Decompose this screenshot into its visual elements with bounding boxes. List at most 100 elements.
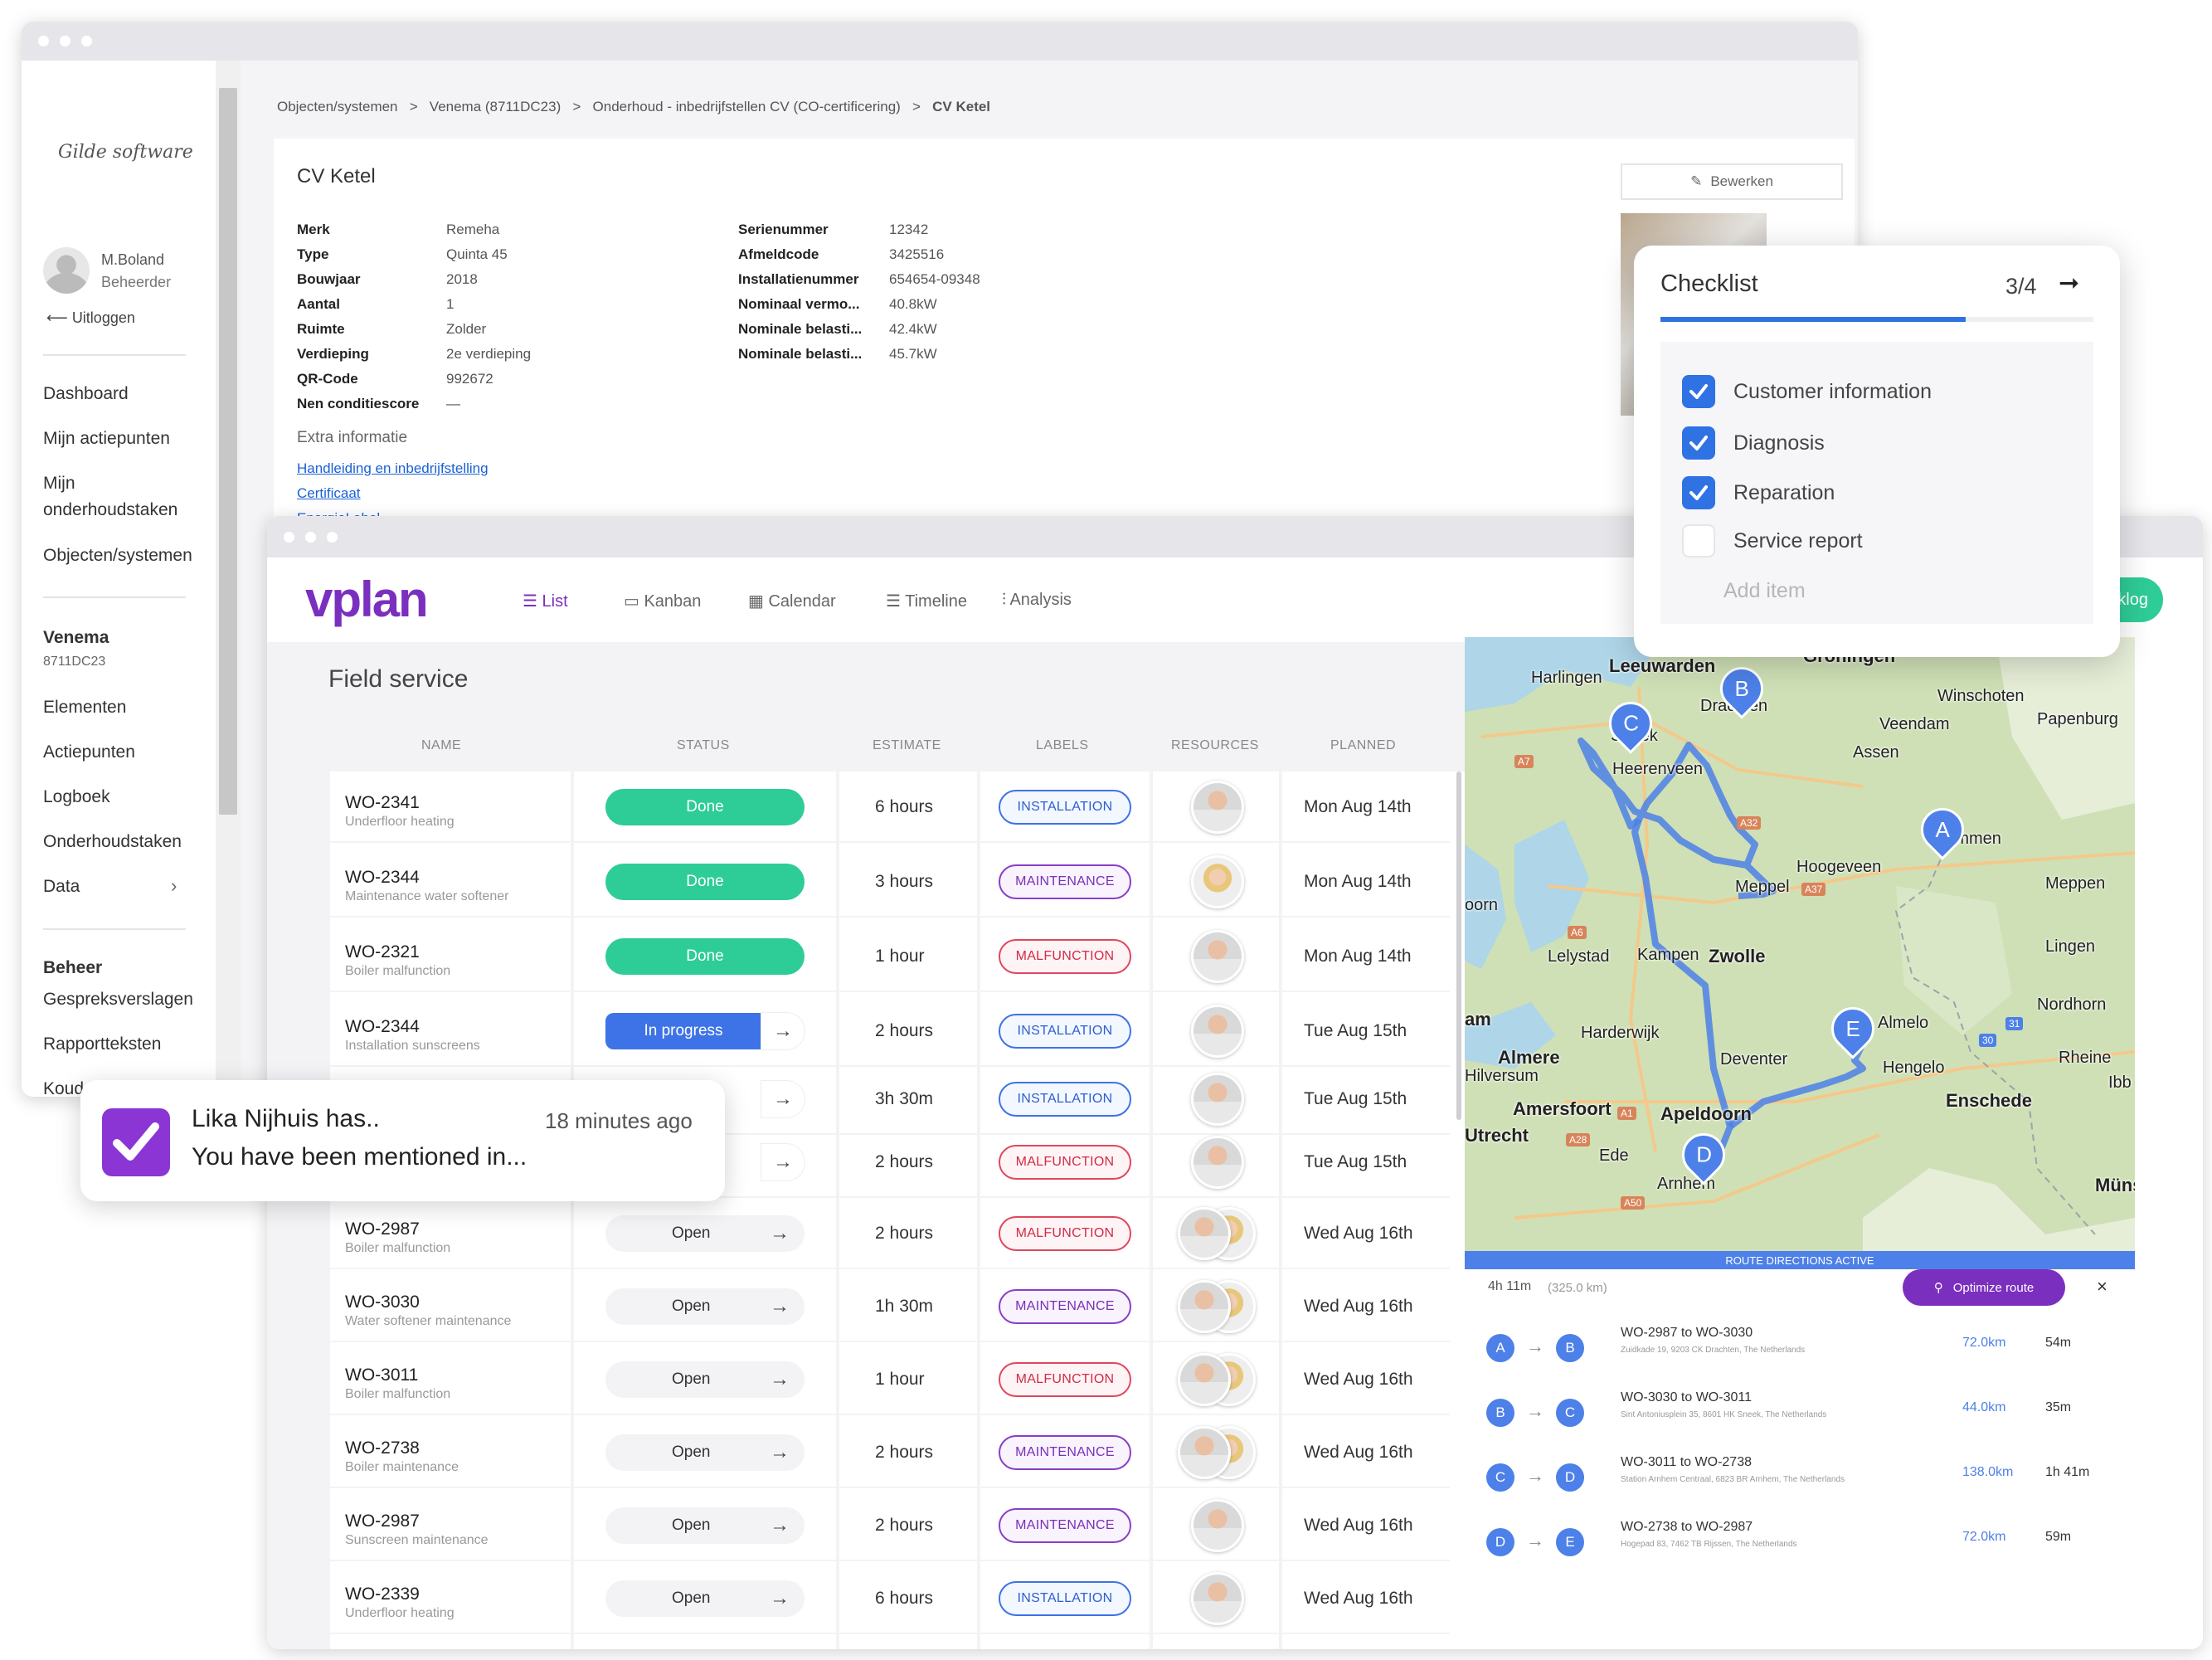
label-badge[interactable]: INSTALLATION	[999, 790, 1131, 825]
work-order-id[interactable]: WO-2738	[345, 1439, 420, 1458]
vplan-logo: vplan	[305, 572, 429, 627]
work-order-id[interactable]: WO-2339	[345, 1585, 420, 1604]
add-item-input[interactable]: Add item	[1723, 579, 1806, 603]
map-city-label: Deventer	[1720, 1050, 1788, 1069]
estimate: 3 hours	[875, 872, 934, 891]
work-order-id[interactable]: WO-3011	[345, 1365, 418, 1385]
route-leg-title[interactable]: WO-2987 to WO-3030	[1621, 1326, 1753, 1341]
nav-onderhoudstaken-2[interactable]: Onderhoudstaken	[43, 832, 182, 852]
nav-actiepunten-2[interactable]: Actiepunten	[43, 742, 135, 762]
logout-link[interactable]: ⟵ Uitloggen	[46, 309, 135, 327]
work-order-id[interactable]: WO-2341	[345, 793, 420, 813]
checklist-item[interactable]: Reparation	[1682, 476, 1835, 509]
optimize-route-button[interactable]: ⚲ Optimize route	[1903, 1269, 2065, 1306]
breadcrumb-item[interactable]: Objecten/systemen	[277, 99, 398, 114]
nav-dashboard[interactable]: Dashboard	[43, 384, 129, 404]
status-badge[interactable]: Done	[605, 864, 805, 900]
avatar[interactable]	[1191, 1005, 1244, 1058]
status-badge[interactable]: In progress	[605, 1013, 761, 1049]
work-order-id[interactable]: WO-2321	[345, 942, 420, 962]
route-leg-distance: 72.0km	[1962, 1530, 2006, 1544]
checklist-item[interactable]: Diagnosis	[1682, 426, 1825, 460]
breadcrumb-item[interactable]: Onderhoud - inbedrijfstellen CV (CO-cert…	[593, 99, 901, 114]
route-leg-title[interactable]: WO-2738 to WO-2987	[1621, 1520, 1753, 1535]
label-badge[interactable]: INSTALLATION	[999, 1082, 1131, 1117]
avatar[interactable]	[1178, 1426, 1231, 1479]
arrow-right-icon[interactable]: →	[761, 1144, 805, 1180]
checklist-item[interactable]: Service report	[1682, 524, 1863, 557]
tab-timeline[interactable]: ☰ Timeline	[886, 591, 967, 611]
checkbox-checked-icon[interactable]	[1682, 426, 1715, 460]
status-badge[interactable]: Open →	[605, 1361, 805, 1398]
status-badge[interactable]: Open →	[605, 1434, 805, 1471]
tab-calendar[interactable]: ▦ Calendar	[748, 591, 836, 611]
work-order-id[interactable]: WO-2987	[345, 1219, 420, 1239]
avatar[interactable]	[1191, 1073, 1244, 1126]
status-badge[interactable]: Open →	[605, 1288, 805, 1325]
planned-date: Mon Aug 14th	[1304, 872, 1412, 891]
label-badge[interactable]: MAINTENANCE	[999, 864, 1131, 899]
work-order-id[interactable]: WO-3030	[345, 1292, 420, 1312]
nav-gespreksverslagen[interactable]: Gespreksverslagen	[43, 990, 193, 1010]
arrow-right-icon[interactable]: →	[761, 1013, 805, 1049]
link-handleiding[interactable]: Handleiding en inbedrijfstelling	[297, 460, 489, 477]
checkbox-empty-icon[interactable]	[1682, 524, 1715, 557]
tab-analysis[interactable]: ⫶ Analysis	[1002, 591, 1072, 610]
nav-onderhoudstaken-line2[interactable]: onderhoudstaken	[43, 500, 177, 520]
close-icon[interactable]: ×	[2097, 1276, 2107, 1297]
breadcrumb-item[interactable]: Venema (8711DC23)	[430, 99, 561, 114]
avatar[interactable]	[1191, 781, 1244, 834]
checkbox-checked-icon[interactable]	[1682, 476, 1715, 509]
checkbox-checked-icon[interactable]	[1682, 375, 1715, 408]
nav-objecten[interactable]: Objecten/systemen	[43, 546, 192, 566]
arrow-right-icon[interactable]: →	[761, 1081, 805, 1117]
scrollbar-thumb[interactable]	[219, 88, 237, 815]
avatar[interactable]	[1178, 1280, 1231, 1333]
work-order-id[interactable]: WO-2987	[345, 1512, 420, 1531]
nav-data[interactable]: Data	[43, 877, 80, 897]
label-badge[interactable]: INSTALLATION	[999, 1581, 1131, 1616]
route-leg-title[interactable]: WO-3030 to WO-3011	[1621, 1390, 1752, 1405]
route-leg-title[interactable]: WO-3011 to WO-2738	[1621, 1455, 1752, 1470]
label-badge[interactable]: MAINTENANCE	[999, 1435, 1131, 1470]
label-badge[interactable]: MALFUNCTION	[999, 939, 1131, 974]
scrollbar-thumb[interactable]	[1456, 772, 1461, 1120]
checklist-progress-fill	[1660, 317, 1966, 322]
nav-rapportteksten[interactable]: Rapportteksten	[43, 1034, 161, 1054]
arrow-right-icon[interactable]: ➞	[2059, 269, 2079, 298]
property-key-text: Type	[297, 246, 329, 262]
nav-elementen[interactable]: Elementen	[43, 698, 126, 718]
label-badge[interactable]: MALFUNCTION	[999, 1145, 1131, 1180]
nav-actiepunten[interactable]: Mijn actiepunten	[43, 429, 170, 449]
status-badge[interactable]: Open →	[605, 1215, 805, 1252]
avatar[interactable]	[1191, 1572, 1244, 1625]
label-badge[interactable]: MAINTENANCE	[999, 1289, 1131, 1324]
avatar[interactable]	[1191, 1499, 1244, 1552]
status-badge[interactable]: Open →	[605, 1507, 805, 1544]
property-key: Nominale belasti...	[738, 346, 862, 363]
status-badge[interactable]: Done	[605, 938, 805, 975]
avatar[interactable]	[1191, 1136, 1244, 1189]
label-badge[interactable]: MAINTENANCE	[999, 1508, 1131, 1543]
label-badge[interactable]: MALFUNCTION	[999, 1362, 1131, 1397]
status-badge[interactable]: Done	[605, 789, 805, 825]
label-badge[interactable]: MALFUNCTION	[999, 1216, 1131, 1251]
work-order-id[interactable]: WO-2344	[345, 1017, 420, 1037]
avatar[interactable]	[1191, 930, 1244, 983]
avatar[interactable]	[1191, 855, 1244, 908]
arrow-right-icon: →	[770, 1441, 790, 1463]
avatar[interactable]	[1178, 1207, 1231, 1260]
link-certificaat[interactable]: Certificaat	[297, 485, 361, 502]
tab-list[interactable]: ☰ List	[523, 591, 568, 611]
edit-button[interactable]: ✎ Bewerken	[1621, 163, 1843, 200]
avatar[interactable]	[1178, 1353, 1231, 1406]
label-badge[interactable]: INSTALLATION	[999, 1014, 1131, 1049]
work-order-id[interactable]: WO-2344	[345, 868, 420, 888]
status-badge[interactable]: Open →	[605, 1580, 805, 1617]
notification-toast[interactable]: Lika Nijhuis has.. 18 minutes ago You ha…	[80, 1080, 725, 1201]
checklist-item[interactable]: Customer information	[1682, 375, 1932, 408]
tab-kanban[interactable]: ▭ Kanban	[624, 591, 701, 611]
nav-onderhoudstaken[interactable]: Mijn	[43, 474, 75, 494]
route-map[interactable]: HarlingenLeeuwardenGroningenWinschotenVe…	[1465, 637, 2135, 1269]
nav-logboek[interactable]: Logboek	[43, 787, 110, 807]
